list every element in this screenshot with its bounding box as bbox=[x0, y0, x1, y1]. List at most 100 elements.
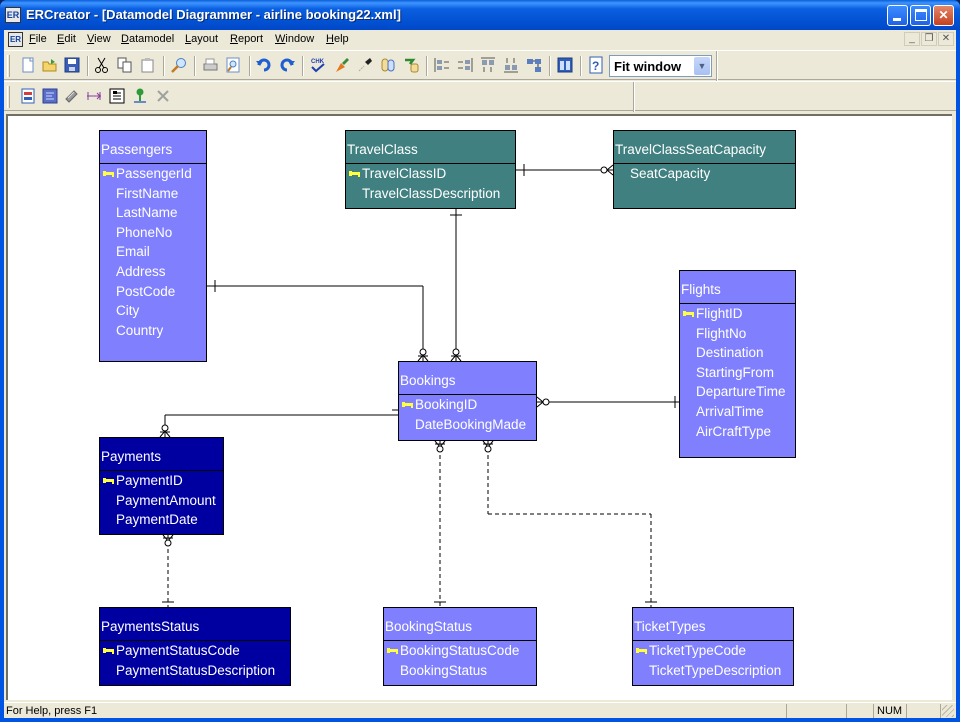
entity-travelclass[interactable]: TravelClass TravelClassID TravelClassDescr… bbox=[345, 130, 516, 209]
print-button[interactable] bbox=[201, 56, 219, 74]
attribute[interactable]: TravelClassDescription bbox=[346, 184, 515, 204]
attribute[interactable]: PaymentStatusDescription bbox=[100, 661, 290, 681]
entity-bookings[interactable]: Bookings BookingID DateBookingMade bbox=[398, 361, 537, 441]
title-bar[interactable]: ER ERCreator - [Datamodel Diagrammer - a… bbox=[0, 0, 960, 30]
entity-name[interactable]: Payments bbox=[100, 438, 223, 471]
entity-payments[interactable]: Payments PaymentID PaymentAmount PaymentDat… bbox=[99, 437, 224, 535]
entity-name[interactable]: Passengers bbox=[100, 131, 206, 164]
attribute[interactable]: PostCode bbox=[100, 282, 206, 302]
entity-passengers[interactable]: Passengers PassengerId FirstName LastName Ph… bbox=[99, 130, 207, 362]
save-button[interactable] bbox=[63, 56, 81, 74]
generate-button[interactable] bbox=[333, 56, 351, 74]
attribute[interactable]: TicketTypeDescription bbox=[633, 661, 793, 681]
menu-edit[interactable]: Edit bbox=[57, 33, 76, 45]
entity-paymentsstatus[interactable]: PaymentsStatus PaymentStatusCode PaymentSt… bbox=[99, 607, 291, 686]
align-right-button[interactable] bbox=[456, 56, 474, 74]
app-icon[interactable]: ER bbox=[5, 7, 21, 23]
entity-name[interactable]: BookingStatus bbox=[384, 608, 536, 641]
attribute[interactable]: LastName bbox=[100, 203, 206, 223]
attribute[interactable]: Email bbox=[100, 242, 206, 262]
add-note-button[interactable] bbox=[108, 87, 126, 105]
import-button[interactable] bbox=[402, 56, 420, 74]
attribute[interactable]: SeatCapacity bbox=[614, 164, 795, 184]
entity-flights[interactable]: Flights FlightID FlightNo Destination Starti… bbox=[679, 270, 796, 458]
attribute[interactable]: DepartureTime bbox=[680, 382, 795, 402]
copy-button[interactable] bbox=[116, 56, 134, 74]
mdi-minimize-button[interactable]: _ bbox=[904, 32, 920, 46]
delete-button[interactable] bbox=[154, 87, 172, 105]
attribute[interactable]: StartingFrom bbox=[680, 363, 795, 383]
cut-button[interactable] bbox=[93, 56, 111, 74]
primary-key-attribute[interactable]: BookingID bbox=[399, 395, 536, 415]
primary-key-attribute[interactable]: PaymentID bbox=[100, 471, 223, 491]
print-preview-button[interactable] bbox=[224, 56, 242, 74]
mdi-restore-button[interactable]: ❐ bbox=[921, 32, 937, 46]
find-button[interactable] bbox=[170, 56, 188, 74]
toolbar-grip[interactable] bbox=[7, 55, 10, 77]
attribute[interactable]: PaymentAmount bbox=[100, 491, 223, 511]
entity-name[interactable]: TravelClass bbox=[346, 131, 515, 164]
add-attribute-button[interactable] bbox=[41, 87, 59, 105]
menu-file[interactable]: File bbox=[29, 33, 47, 45]
attribute[interactable]: PaymentDate bbox=[100, 510, 223, 530]
attribute[interactable]: City bbox=[100, 301, 206, 321]
connect-button[interactable] bbox=[356, 56, 374, 74]
align-left-button[interactable] bbox=[433, 56, 451, 74]
menu-window[interactable]: Window bbox=[275, 33, 314, 45]
zoom-select[interactable]: Fit window ▼ bbox=[609, 55, 712, 77]
primary-key-attribute[interactable]: PassengerId bbox=[100, 164, 206, 184]
properties-button[interactable] bbox=[556, 56, 574, 74]
open-button[interactable] bbox=[41, 56, 59, 74]
diagram-canvas[interactable]: Passengers PassengerId FirstName LastName Ph… bbox=[6, 114, 952, 700]
menu-view[interactable]: View bbox=[87, 33, 111, 45]
primary-key-attribute[interactable]: BookingStatusCode bbox=[384, 641, 536, 661]
minimize-button[interactable] bbox=[887, 5, 908, 26]
add-marker-button[interactable] bbox=[131, 87, 149, 105]
entity-name[interactable]: TravelClassSeatCapacity bbox=[614, 131, 795, 164]
primary-key-attribute[interactable]: TravelClassID bbox=[346, 164, 515, 184]
primary-key-attribute[interactable]: TicketTypeCode bbox=[633, 641, 793, 661]
align-bottom-button[interactable] bbox=[502, 56, 520, 74]
check-model-button[interactable]: CHK bbox=[309, 56, 327, 74]
primary-key-attribute[interactable]: FlightID bbox=[680, 304, 795, 324]
toolbar-grip[interactable] bbox=[7, 86, 10, 108]
undo-button[interactable] bbox=[255, 56, 273, 74]
primary-key-attribute[interactable]: PaymentStatusCode bbox=[100, 641, 290, 661]
attribute[interactable]: FirstName bbox=[100, 184, 206, 204]
add-relationship-button[interactable] bbox=[85, 87, 103, 105]
attribute[interactable]: Country bbox=[100, 321, 206, 341]
edit-button[interactable] bbox=[63, 87, 81, 105]
attribute[interactable]: Address bbox=[100, 262, 206, 282]
new-button[interactable] bbox=[19, 56, 37, 74]
document-icon[interactable]: ER bbox=[8, 32, 23, 47]
entity-name[interactable]: TicketTypes bbox=[633, 608, 793, 641]
attribute[interactable]: PhoneNo bbox=[100, 223, 206, 243]
menu-datamodel[interactable]: Datamodel bbox=[121, 33, 174, 45]
menu-layout[interactable]: Layout bbox=[185, 33, 218, 45]
attribute[interactable]: BookingStatus bbox=[384, 661, 536, 681]
close-button[interactable]: ✕ bbox=[933, 5, 954, 26]
attribute[interactable]: ArrivalTime bbox=[680, 402, 795, 422]
entity-name[interactable]: Bookings bbox=[399, 362, 536, 395]
entity-tickettypes[interactable]: TicketTypes TicketTypeCode TicketTypeDescr… bbox=[632, 607, 794, 686]
entity-bookingstatus[interactable]: BookingStatus BookingStatusCode BookingSta… bbox=[383, 607, 537, 686]
entity-travelclassseatcapacity[interactable]: TravelClassSeatCapacity SeatCapacity bbox=[613, 130, 796, 209]
attribute[interactable]: FlightNo bbox=[680, 324, 795, 344]
mdi-close-button[interactable]: ✕ bbox=[938, 32, 954, 46]
help-button[interactable]: ? bbox=[587, 56, 605, 74]
attribute[interactable]: DateBookingMade bbox=[399, 415, 536, 435]
attribute[interactable]: AirCraftType bbox=[680, 422, 795, 442]
auto-layout-button[interactable] bbox=[525, 56, 543, 74]
paste-button[interactable] bbox=[139, 56, 157, 74]
compare-button[interactable] bbox=[379, 56, 397, 74]
entity-name[interactable]: PaymentsStatus bbox=[100, 608, 290, 641]
redo-button[interactable] bbox=[278, 56, 296, 74]
resize-grip[interactable] bbox=[942, 705, 954, 717]
attribute[interactable]: Destination bbox=[680, 343, 795, 363]
chevron-down-icon[interactable]: ▼ bbox=[694, 57, 710, 75]
add-entity-button[interactable] bbox=[19, 87, 37, 105]
menu-report[interactable]: Report bbox=[230, 33, 263, 45]
maximize-button[interactable] bbox=[910, 5, 931, 26]
menu-help[interactable]: Help bbox=[326, 33, 349, 45]
align-top-button[interactable] bbox=[479, 56, 497, 74]
